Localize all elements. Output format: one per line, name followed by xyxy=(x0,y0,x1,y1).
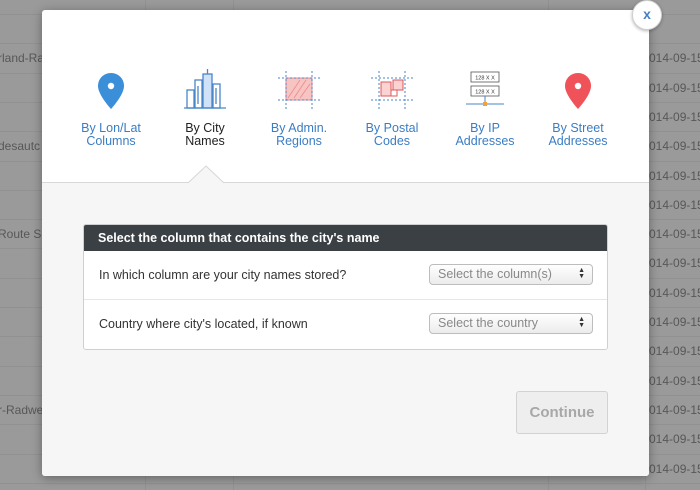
geocode-method-options: By Lon/Lat Columns By City Names By Admi… xyxy=(42,10,649,183)
option-label-line2: Addresses xyxy=(455,134,515,148)
option-label-line2: Codes xyxy=(373,134,411,148)
option-by-street-addresses[interactable]: By Street Addresses xyxy=(533,68,623,148)
option-label-line2: Regions xyxy=(276,134,322,148)
option-by-postal-codes[interactable]: By Postal Codes xyxy=(347,68,437,148)
option-by-city-names[interactable]: By City Names xyxy=(160,68,250,148)
city-column-row: In which column are your city names stor… xyxy=(84,251,607,300)
close-button[interactable]: x xyxy=(632,0,662,30)
city-column-question: In which column are your city names stor… xyxy=(99,268,347,282)
continue-button[interactable]: Continue xyxy=(516,391,608,434)
geocode-modal: By Lon/Lat Columns By City Names By Admi… xyxy=(42,10,649,476)
country-select[interactable]: Select the country ▲ ▼ xyxy=(429,313,593,334)
city-column-select[interactable]: Select the column(s) ▲ ▼ xyxy=(429,264,593,285)
postal-code-icon xyxy=(371,71,413,109)
select-arrows-icon: ▲ ▼ xyxy=(578,316,585,329)
select-arrows-icon: ▲ ▼ xyxy=(578,267,585,280)
country-row: Country where city's located, if known S… xyxy=(84,300,607,349)
map-pin-blue-icon xyxy=(98,73,124,109)
option-label-line2: Columns xyxy=(86,134,136,148)
admin-region-icon xyxy=(278,71,320,109)
option-label-line2: Names xyxy=(185,134,225,148)
city-column-select-placeholder: Select the column(s) xyxy=(438,267,552,281)
option-by-ip-addresses[interactable]: 128 X X 128 X X By IP Addresses xyxy=(440,68,530,148)
country-question: Country where city's located, if known xyxy=(99,317,308,331)
modal-divider xyxy=(42,182,649,183)
city-skyline-icon xyxy=(184,69,226,109)
option-by-lon-lat[interactable]: By Lon/Lat Columns xyxy=(66,68,156,148)
ip-icon-text: 128 X X xyxy=(475,90,495,96)
panel-header: Select the column that contains the city… xyxy=(84,225,607,251)
map-pin-red-icon xyxy=(565,73,591,109)
ip-icon-text: 128 X X xyxy=(475,76,495,82)
country-select-placeholder: Select the country xyxy=(438,316,539,330)
option-by-admin-regions[interactable]: By Admin. Regions xyxy=(254,68,344,148)
active-option-pointer xyxy=(188,165,224,184)
ip-address-icon: 128 X X 128 X X xyxy=(466,71,504,106)
option-label-line2: Addresses xyxy=(548,134,608,148)
city-column-panel: Select the column that contains the city… xyxy=(83,224,608,350)
